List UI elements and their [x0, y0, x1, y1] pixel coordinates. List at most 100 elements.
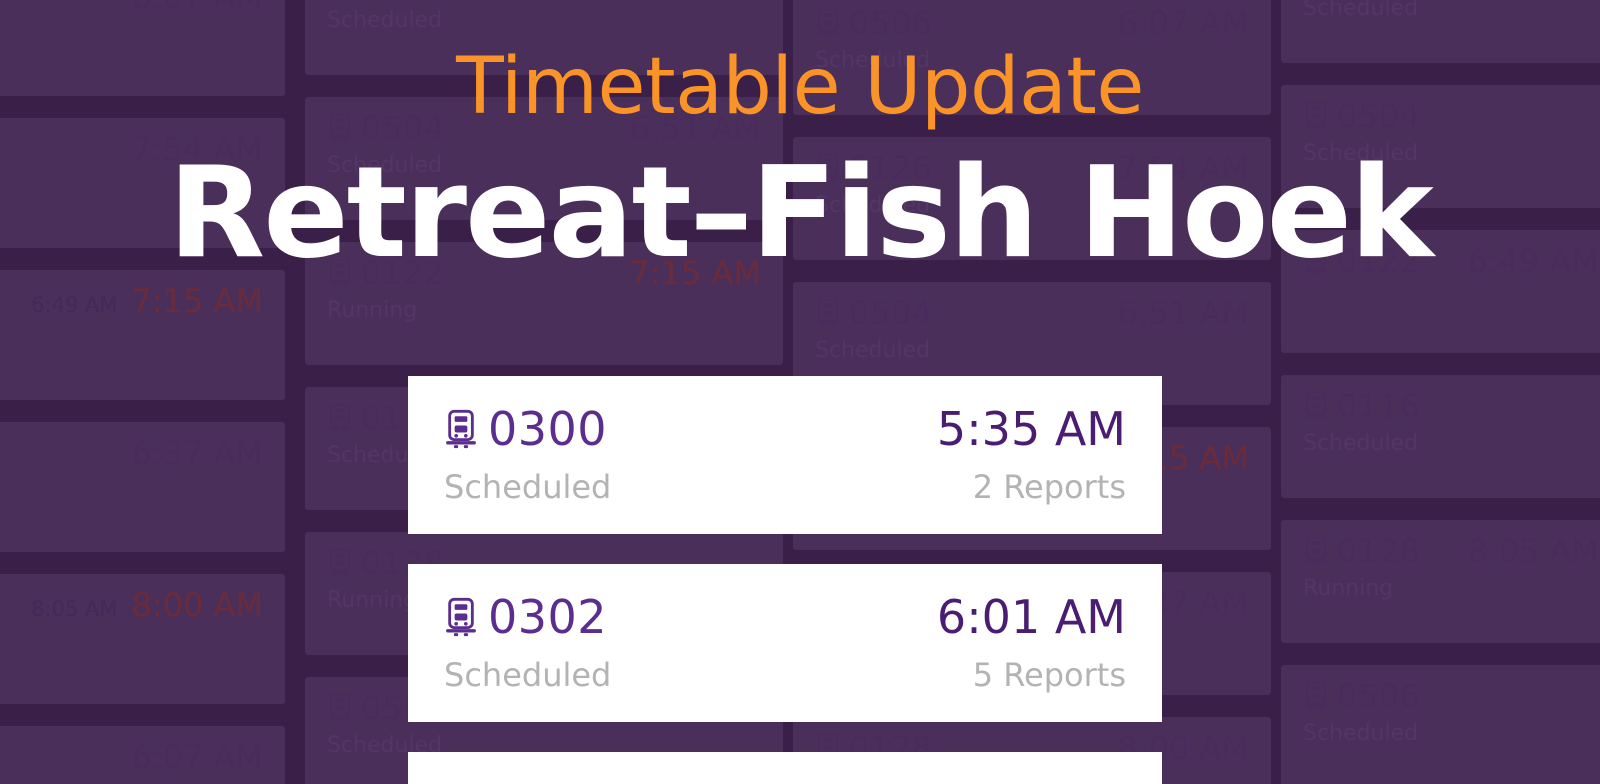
departure-time: 6:37 AM: [131, 434, 263, 472]
train-number: 0116: [1303, 387, 1420, 425]
status-label: Scheduled: [444, 656, 612, 694]
background-train-card: 0126Scheduled: [1281, 0, 1600, 63]
background-train-card: 0122 6:49 AM: [1281, 230, 1600, 353]
status-label: Running: [1303, 576, 1394, 601]
train-icon: [327, 403, 353, 433]
time-group: 6:37 AM: [131, 434, 263, 472]
featured-train-list: 0300 5:35 AM Scheduled 2 Reports 0302 6:01 AM…: [408, 376, 1162, 784]
time-group: 6:49 AM 7:15 AM: [31, 282, 263, 320]
background-train-card: 0128 7:54 AM Scheduled: [305, 0, 783, 75]
background-train-card: 0504 Scheduled: [1281, 85, 1600, 208]
background-train-card: 6:37 AM: [0, 422, 285, 552]
train-number: 0504: [815, 294, 932, 332]
departure-time: 6:51 AM: [629, 109, 761, 147]
promo-banner: 6:07 AM 7:54 AM 6:49 AM 7:15 AM 6:37 AM 8:05 …: [0, 0, 1600, 784]
time-group: 7:54 AM: [629, 0, 761, 2]
train-icon: [444, 597, 478, 637]
time-group: 6:07 AM: [131, 0, 263, 16]
train-icon: [444, 409, 478, 449]
background-train-card: 0122 7:15 AM Running: [305, 242, 783, 365]
background-train-card: 0128 8:05 AM Running: [1281, 520, 1600, 643]
departure-time: 6:51 AM: [1117, 294, 1249, 332]
departure-time: 7:54 AM: [131, 130, 263, 168]
background-train-card: 6:07 AM: [0, 726, 285, 784]
previous-time: 8:05 AM: [31, 597, 118, 621]
train-icon: [1303, 391, 1329, 421]
background-train-card: 6:07 AM: [0, 0, 285, 96]
status-label: Running: [327, 298, 418, 323]
departure-time: 7:15 AM: [629, 254, 761, 292]
departure-time: 6:07 AM: [131, 738, 263, 776]
time-group: 6:07 AM: [131, 738, 263, 776]
background-train-card: 6:49 AM 7:15 AM: [0, 270, 285, 400]
train-icon: [327, 693, 353, 723]
status-label: Scheduled: [815, 48, 931, 73]
background-train-card: 0506 6:07 AM Scheduled: [793, 0, 1271, 115]
train-number: 0504: [327, 109, 444, 147]
time-group: 8:05 AM 8:00 AM: [31, 586, 263, 624]
train-icon: [1303, 536, 1329, 566]
time-group: 6:49 AM: [1467, 242, 1599, 280]
train-number: 0504: [1303, 97, 1420, 135]
departure-time: 5:35 AM: [936, 402, 1126, 456]
status-label: Running: [327, 588, 418, 613]
featured-train-card[interactable]: 0302 6:01 AM Scheduled 5 Reports: [408, 564, 1162, 722]
train-icon: [1303, 101, 1329, 131]
departure-time: 7:54 AM: [1117, 149, 1249, 187]
status-label: Scheduled: [1303, 141, 1419, 166]
featured-train-card[interactable]: [408, 752, 1162, 784]
train-number: 0128: [1303, 532, 1420, 570]
train-icon: [327, 548, 353, 578]
reports-label: 2 Reports: [972, 468, 1126, 506]
time-group: 6:51 AM: [1117, 294, 1249, 332]
time-group: 8:05 AM: [1467, 532, 1599, 570]
status-label: Scheduled: [1303, 0, 1419, 21]
departure-time: 6:49 AM: [1467, 242, 1599, 280]
background-train-card: 0504 6:51 AM Scheduled: [305, 97, 783, 220]
status-label: Scheduled: [1303, 431, 1419, 456]
train-number: 0300: [444, 402, 607, 456]
departure-time: 7:54 AM: [629, 0, 761, 2]
train-icon: [815, 8, 841, 38]
train-number: 0302: [444, 590, 607, 644]
status-label: Scheduled: [327, 8, 443, 33]
departure-time: 8:05 AM: [1467, 532, 1599, 570]
status-label: Scheduled: [444, 468, 612, 506]
featured-train-card[interactable]: 0300 5:35 AM Scheduled 2 Reports: [408, 376, 1162, 534]
background-train-card: 0126 7:54 AM Scheduled: [793, 137, 1271, 260]
departure-time: 8:00 AM: [131, 586, 263, 624]
previous-time: 6:49 AM: [31, 293, 118, 317]
departure-time: 7:15 AM: [131, 282, 263, 320]
reports-label: 5 Reports: [972, 656, 1126, 694]
train-number: 0126: [815, 149, 932, 187]
train-number: 0506: [815, 4, 932, 42]
time-group: 6:07 AM: [1117, 4, 1249, 42]
status-label: Scheduled: [1303, 721, 1419, 746]
departure-time: 6:01 AM: [936, 590, 1126, 644]
train-number: 0122: [1303, 242, 1420, 280]
train-icon: [815, 153, 841, 183]
train-number: 0122: [327, 254, 444, 292]
train-number-label: 0300: [488, 402, 608, 456]
background-train-card: 0116 Scheduled: [1281, 375, 1600, 498]
train-icon: [327, 113, 353, 143]
background-train-card: 8:05 AM 8:00 AM: [0, 574, 285, 704]
status-label: Scheduled: [815, 193, 931, 218]
train-number-label: 0302: [488, 590, 608, 644]
departure-time: 6:07 AM: [1117, 4, 1249, 42]
train-icon: [1303, 246, 1329, 276]
train-number: 0128: [327, 0, 444, 2]
train-icon: [1303, 681, 1329, 711]
train-icon: [815, 298, 841, 328]
status-label: Scheduled: [327, 153, 443, 178]
time-group: 7:54 AM: [1117, 149, 1249, 187]
train-icon: [327, 258, 353, 288]
time-group: 7:54 AM: [131, 130, 263, 168]
train-number: 0506: [1303, 677, 1420, 715]
background-train-card: 7:54 AM: [0, 118, 285, 248]
time-group: 7:15 AM: [629, 254, 761, 292]
time-group: 6:51 AM: [629, 109, 761, 147]
background-train-card: 0506 Scheduled: [1281, 665, 1600, 784]
status-label: Scheduled: [815, 338, 931, 363]
departure-time: 6:07 AM: [131, 0, 263, 16]
